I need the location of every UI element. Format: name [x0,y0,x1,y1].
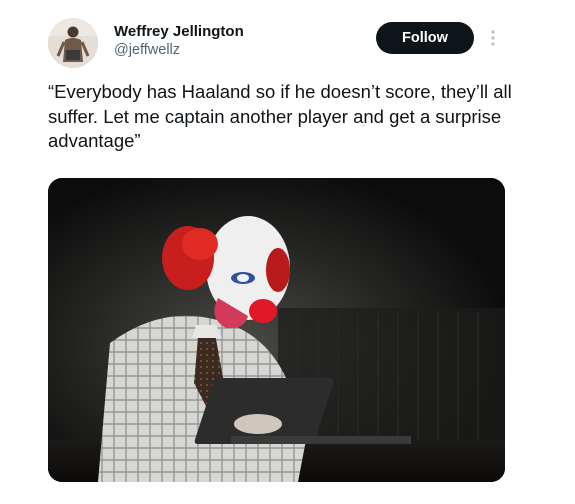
tweet-text: “Everybody has Haaland so if he doesn’t … [48,81,512,151]
author-display-name[interactable]: Weffrey Jellington [114,23,244,40]
avatar-image [48,18,98,68]
author-avatar[interactable] [48,18,98,68]
more-vertical-icon[interactable] [488,26,498,50]
tweet-card: Weffrey Jellington @jeffwellz Follow “Ev… [0,0,575,504]
clown-laptop-image [48,178,505,482]
tweet-media-image[interactable] [48,178,505,482]
follow-button[interactable]: Follow [376,22,474,54]
author-handle[interactable]: @jeffwellz [114,42,180,58]
